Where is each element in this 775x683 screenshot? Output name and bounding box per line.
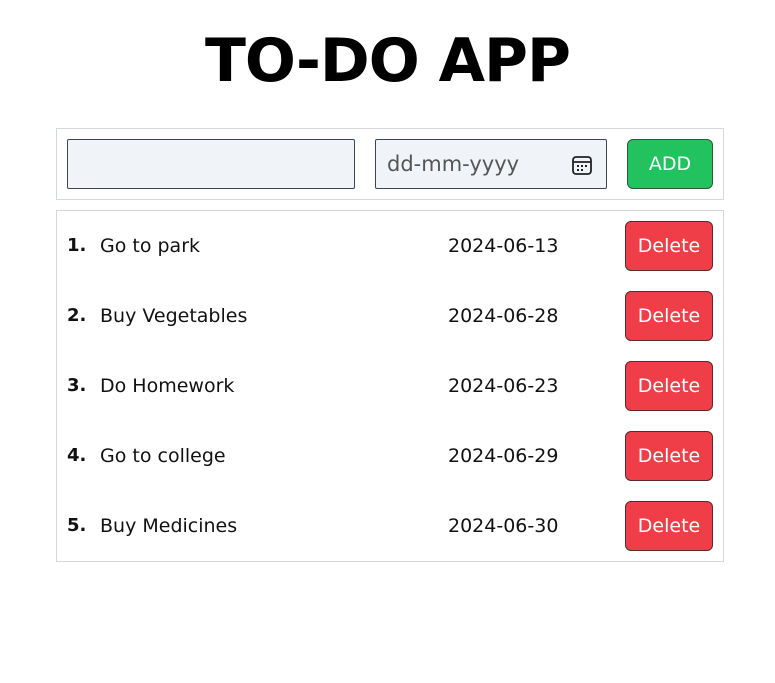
list-item: 2. Buy Vegetables 2024-06-28 Delete	[57, 281, 723, 351]
page-title: TO-DO APP	[204, 26, 571, 96]
item-text: Buy Medicines	[100, 515, 238, 537]
list-item: 1. Go to park 2024-06-13 Delete	[57, 211, 723, 281]
date-input[interactable]: dd-mm-yyyy	[375, 139, 607, 189]
delete-button[interactable]: Delete	[625, 431, 713, 481]
delete-button[interactable]: Delete	[625, 361, 713, 411]
item-number: 2.	[67, 305, 87, 326]
item-text: Go to park	[100, 235, 201, 257]
item-text: Go to college	[100, 445, 226, 467]
item-date: 2024-06-23	[448, 375, 559, 397]
list-item: 4. Go to college 2024-06-29 Delete	[57, 421, 723, 491]
item-date: 2024-06-29	[448, 445, 559, 467]
item-date: 2024-06-30	[448, 515, 559, 537]
item-text: Do Homework	[100, 375, 235, 397]
item-number: 5.	[67, 515, 87, 536]
calendar-icon[interactable]	[571, 154, 593, 176]
item-number: 1.	[67, 235, 87, 256]
item-date: 2024-06-28	[448, 305, 559, 327]
todo-list: 1. Go to park 2024-06-13 Delete 2. Buy V…	[56, 210, 724, 562]
list-item: 5. Buy Medicines 2024-06-30 Delete	[57, 491, 723, 561]
item-number: 4.	[67, 445, 87, 466]
date-placeholder: dd-mm-yyyy	[387, 152, 520, 176]
item-number: 3.	[67, 375, 87, 396]
delete-button[interactable]: Delete	[625, 291, 713, 341]
item-text: Buy Vegetables	[100, 305, 248, 327]
delete-button[interactable]: Delete	[625, 221, 713, 271]
list-item: 3. Do Homework 2024-06-23 Delete	[57, 351, 723, 421]
delete-button[interactable]: Delete	[625, 501, 713, 551]
add-todo-form: dd-mm-yyyy ADD	[56, 128, 724, 200]
item-date: 2024-06-13	[448, 235, 559, 257]
task-input[interactable]	[67, 139, 355, 189]
add-button[interactable]: ADD	[627, 139, 713, 189]
